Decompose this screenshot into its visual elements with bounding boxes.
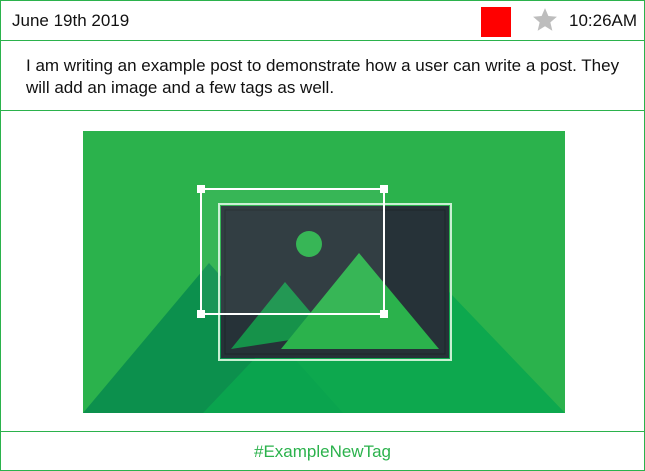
tag-link[interactable]: #ExampleNewTag (254, 442, 391, 462)
post-body: I am writing an example post to demonstr… (1, 41, 644, 111)
post-time: 10:26AM (569, 11, 638, 30)
post-card: June 19th 2019 10:26AM I am writing an e… (0, 0, 645, 471)
post-header: June 19th 2019 10:26AM (1, 1, 644, 41)
star-icon[interactable] (531, 6, 559, 34)
color-swatch[interactable] (481, 7, 511, 37)
post-image-container (1, 111, 644, 432)
tag-list: #ExampleNewTag (1, 432, 644, 470)
image-placeholder-icon[interactable] (83, 131, 565, 413)
post-date: June 19th 2019 (12, 11, 130, 30)
